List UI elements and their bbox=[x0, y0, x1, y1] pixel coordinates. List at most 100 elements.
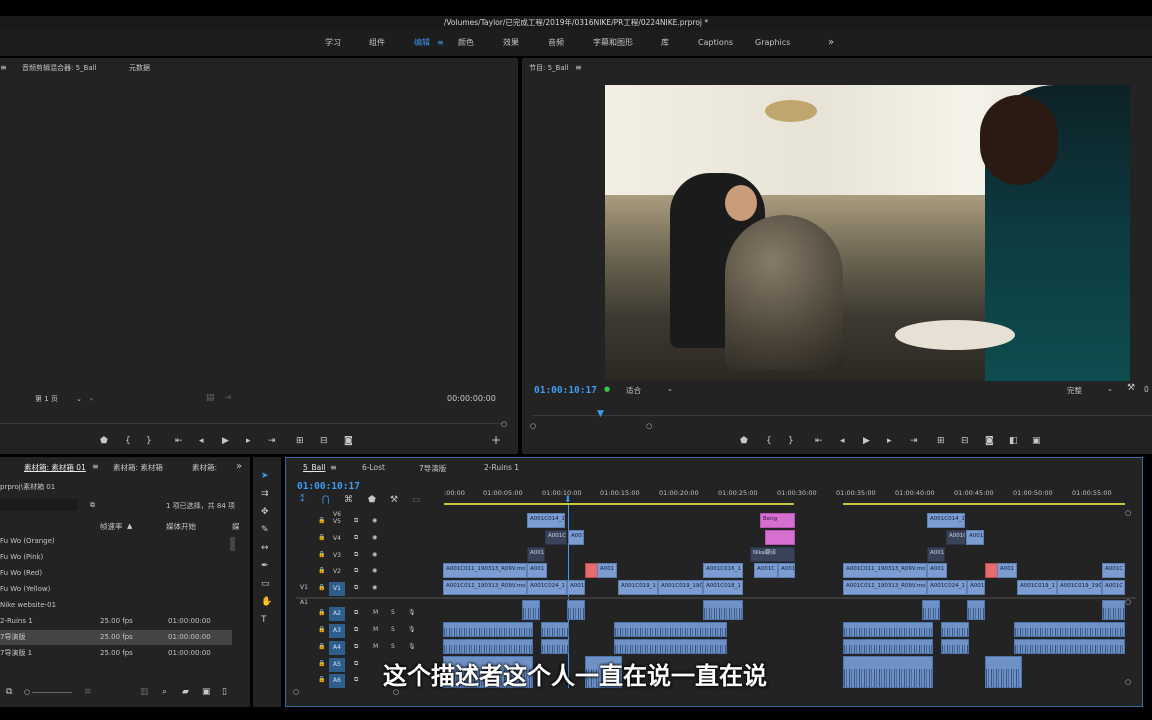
clip[interactable]: A001 bbox=[927, 563, 947, 578]
sync-icon[interactable]: ⧉ bbox=[354, 551, 358, 559]
clip-pink[interactable] bbox=[765, 530, 795, 545]
eye-icon[interactable]: ◉ bbox=[372, 551, 377, 558]
eye-icon[interactable]: ◉ bbox=[372, 517, 377, 524]
audio-clip[interactable] bbox=[1014, 622, 1125, 637]
tab-sequence-6-lost[interactable]: 6-Lost bbox=[362, 463, 385, 472]
workspace-audio[interactable]: 音频 bbox=[548, 30, 564, 56]
zoom-slider[interactable] bbox=[32, 692, 72, 693]
new-bin-from-search-icon[interactable]: ⧉ bbox=[90, 500, 95, 510]
track-select-tool-icon[interactable]: ⇉ bbox=[261, 489, 269, 499]
solo-button[interactable]: S bbox=[391, 643, 395, 650]
clip[interactable]: A001C011_190313_R09V.mo bbox=[443, 563, 527, 578]
sync-icon[interactable]: ⧉ bbox=[354, 643, 358, 651]
mark-out-icon[interactable]: } bbox=[146, 436, 152, 446]
lock-icon[interactable]: 🔒 bbox=[318, 643, 325, 650]
bin-menu-icon[interactable]: ≡ bbox=[92, 462, 99, 471]
overwrite-icon[interactable]: ⊟ bbox=[320, 436, 328, 446]
sync-icon[interactable]: ⧉ bbox=[354, 534, 358, 542]
tab-metadata[interactable]: 元数据 bbox=[129, 63, 150, 73]
clip[interactable]: A001C bbox=[1102, 580, 1125, 595]
work-area-bar[interactable] bbox=[444, 503, 794, 505]
lock-icon[interactable]: 🔒 bbox=[318, 551, 325, 558]
track-label[interactable]: A2 bbox=[329, 607, 345, 621]
audio-clip[interactable] bbox=[922, 600, 940, 620]
program-mark-out-icon[interactable]: } bbox=[788, 436, 794, 446]
rectangle-tool-icon[interactable]: ▭ bbox=[261, 579, 270, 589]
snap-icon[interactable]: ⋂ bbox=[322, 495, 329, 505]
new-item-icon[interactable]: ▣ bbox=[202, 687, 211, 697]
eye-icon[interactable]: ◉ bbox=[372, 584, 377, 591]
mic-icon[interactable]: 🎙 bbox=[408, 643, 416, 650]
workspace-libraries[interactable]: 库 bbox=[661, 30, 669, 56]
lift-icon[interactable]: ⊞ bbox=[937, 436, 945, 446]
play-icon[interactable]: ▶ bbox=[222, 436, 229, 446]
chevron-down-icon[interactable]: ⌄ bbox=[76, 394, 82, 404]
program-video-frame[interactable] bbox=[605, 85, 1130, 381]
clip[interactable]: A001C024_1 bbox=[527, 580, 567, 595]
clip[interactable]: A001 bbox=[568, 530, 584, 545]
sync-icon[interactable]: ⧉ bbox=[354, 626, 358, 634]
track-label[interactable]: V1 bbox=[329, 582, 345, 596]
program-play-icon[interactable]: ▶ bbox=[863, 436, 870, 446]
clip[interactable]: A001 bbox=[927, 547, 945, 562]
clip[interactable]: A001 bbox=[527, 547, 545, 562]
selection-tool-icon[interactable]: ➤ bbox=[261, 471, 269, 481]
tab-bin-01[interactable]: 素材箱: 素材箱 01 bbox=[24, 462, 86, 473]
audio-clip[interactable] bbox=[443, 622, 533, 637]
clip[interactable]: A001C018_1 bbox=[703, 580, 743, 595]
mic-icon[interactable]: 🎙 bbox=[408, 626, 416, 633]
go-to-in-icon[interactable]: ⇤ bbox=[175, 436, 183, 446]
camera-icon[interactable]: ◙ bbox=[344, 436, 353, 446]
audio-clip[interactable] bbox=[941, 622, 969, 637]
vr-icon[interactable]: ▣ bbox=[1032, 436, 1041, 446]
eye-icon[interactable]: ◉ bbox=[372, 534, 377, 541]
audio-clip[interactable] bbox=[1014, 639, 1125, 654]
clip[interactable]: A001C bbox=[946, 530, 966, 545]
hand-tool-icon[interactable]: ✋ bbox=[261, 597, 272, 607]
step-back-icon[interactable]: ◂ bbox=[199, 436, 204, 446]
list-item[interactable]: Nike website-01 bbox=[0, 598, 232, 613]
program-timecode[interactable]: 01:00:10:17 bbox=[534, 385, 597, 396]
playhead-icon[interactable]: ⬇ bbox=[564, 495, 572, 505]
fit-chevron-icon[interactable]: ⌄ bbox=[667, 384, 673, 394]
tab-sequence-2-ruins[interactable]: 2-Ruins 1 bbox=[484, 463, 519, 472]
mark-in-icon[interactable]: { bbox=[125, 436, 131, 446]
v-scroll-bottom-handle[interactable]: ○ bbox=[1125, 677, 1131, 687]
list-item[interactable]: Fu Wo (Yellow) bbox=[0, 582, 232, 597]
clip[interactable]: A001 bbox=[967, 580, 985, 595]
work-area-bar-2[interactable] bbox=[843, 503, 1125, 505]
audio-clip[interactable] bbox=[967, 600, 985, 620]
program-step-back-icon[interactable]: ◂ bbox=[840, 436, 845, 446]
clip[interactable]: A001C bbox=[754, 563, 778, 578]
workspace-assembly[interactable]: 组件 bbox=[369, 30, 385, 56]
export-icon[interactable]: ▤ bbox=[206, 393, 215, 403]
pen-tool-icon[interactable]: ✒ bbox=[261, 561, 269, 571]
tab-sequence-7[interactable]: 7导演版 bbox=[419, 463, 446, 474]
clip[interactable]: A001C016_1 bbox=[703, 563, 743, 578]
clip[interactable]: A001 bbox=[778, 563, 795, 578]
zoom-slider-handle[interactable]: ○ bbox=[24, 687, 30, 697]
razor-tool-icon[interactable]: ✎ bbox=[261, 525, 269, 535]
tab-sequence-5-ball[interactable]: 5_Ball bbox=[303, 463, 325, 472]
workspace-captions-graphics[interactable]: 字幕和图形 bbox=[593, 30, 633, 56]
sort-up-icon[interactable]: ▲ bbox=[127, 521, 132, 531]
slip-tool-icon[interactable]: ↔ bbox=[261, 543, 269, 553]
list-item[interactable]: 7导演版 1 25.00 fps 01:00:00:00 bbox=[0, 646, 232, 661]
clip[interactable]: A001 bbox=[527, 563, 547, 578]
linked-selection-icon[interactable]: ⌘ bbox=[344, 495, 353, 505]
new-bin-icon[interactable]: ▰ bbox=[182, 687, 189, 697]
clip[interactable]: A001C bbox=[1102, 563, 1125, 578]
lock-icon[interactable]: 🔒 bbox=[318, 626, 325, 633]
timeline-timecode[interactable]: 01:00:10:17 bbox=[297, 481, 360, 492]
lock-icon[interactable]: 🔒 bbox=[318, 584, 325, 591]
lock-icon[interactable]: 🔒 bbox=[318, 517, 325, 524]
clip[interactable]: A001C011_190313_R09V.mo bbox=[443, 580, 527, 595]
workspace-editing[interactable]: 编辑 bbox=[414, 30, 430, 56]
audio-clip[interactable] bbox=[522, 600, 540, 620]
mute-button[interactable]: M bbox=[373, 643, 378, 650]
program-camera-icon[interactable]: ◙ bbox=[985, 436, 994, 446]
sync-icon[interactable]: ⧉ bbox=[354, 517, 358, 525]
more-workspaces-icon[interactable]: » bbox=[828, 30, 834, 56]
clip[interactable]: A001 bbox=[997, 563, 1017, 578]
lock-icon[interactable]: 🔒 bbox=[318, 567, 325, 574]
